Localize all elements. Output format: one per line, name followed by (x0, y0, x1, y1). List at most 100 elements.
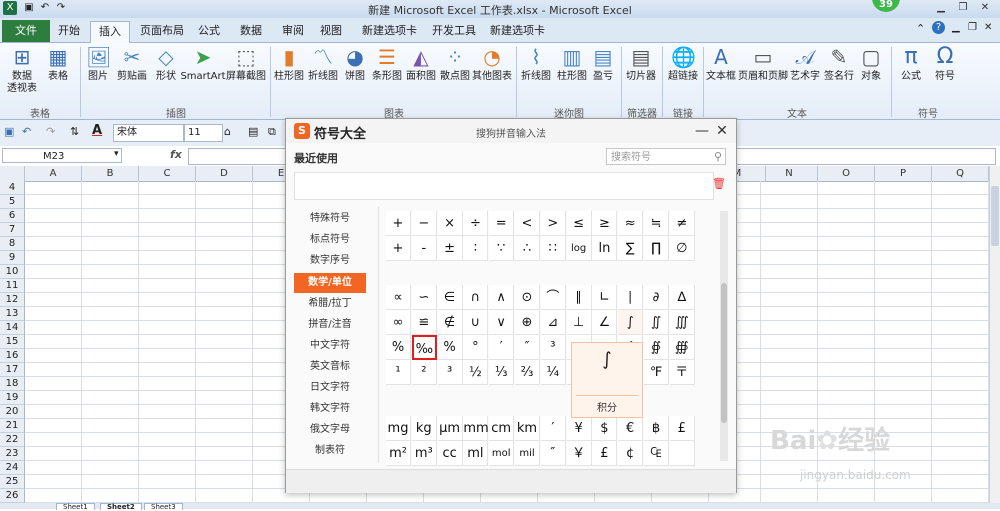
symbol-cell[interactable]: ∪ (463, 310, 489, 335)
symbol-cell[interactable]: ℉ (644, 360, 669, 385)
row-header[interactable]: 6 (0, 209, 25, 223)
symbol-cell[interactable]: ± (437, 236, 463, 261)
symbol-cell-selected[interactable]: ‰ (411, 335, 437, 360)
symbol-cell[interactable]: ln (592, 236, 618, 261)
symbol-cell[interactable]: + (386, 211, 411, 236)
doc-close-icon[interactable]: ✕ (984, 22, 992, 33)
category-item[interactable]: 希腊/拉丁 (294, 294, 366, 314)
symbol-cell[interactable]: + (386, 236, 411, 261)
category-item[interactable]: 标点符号 (294, 230, 366, 250)
symbol-cell[interactable]: ∏ (644, 236, 669, 261)
symbol-cell[interactable]: $ (592, 416, 618, 441)
symbol-cell[interactable]: = (489, 211, 515, 236)
pivot-table-button[interactable]: ⊞ 数据 透视表 (2, 45, 42, 95)
tab-developer[interactable]: 开发工具 (424, 21, 484, 41)
symbol-cell[interactable]: ¼ (540, 360, 566, 385)
symbol-cell[interactable]: £ (592, 441, 618, 466)
wordart-button[interactable]: 𝒜 艺术字 (788, 45, 822, 83)
row-header[interactable]: 20 (0, 405, 25, 419)
column-header[interactable]: C (139, 166, 196, 181)
slicer-button[interactable]: ▤ 切片器 (622, 45, 660, 83)
textbox-button[interactable]: A 文本框 (704, 45, 738, 83)
column-header[interactable]: P (875, 166, 932, 181)
column-header[interactable]: B (82, 166, 139, 181)
font-size-select[interactable]: 11 (184, 124, 223, 142)
scatter-chart-button[interactable]: ⁘ 散点图 (438, 45, 472, 83)
tab-page-layout[interactable]: 页面布局 (132, 21, 192, 41)
symbol-cell[interactable]: ⅔ (515, 360, 540, 385)
category-item[interactable]: 俄文字母 (294, 420, 366, 440)
row-header[interactable]: 18 (0, 377, 25, 391)
symbol-cell[interactable]: mol (489, 441, 515, 466)
row-header[interactable]: 7 (0, 223, 25, 237)
symbol-cell[interactable]: ∉ (437, 310, 463, 335)
symbol-cell[interactable]: μm (437, 416, 463, 441)
symbol-cell[interactable]: ′ (540, 416, 566, 441)
tab-review[interactable]: 审阅 (274, 21, 312, 41)
scrollbar-thumb[interactable] (991, 186, 999, 246)
doc-restore-icon[interactable]: ❐ (968, 22, 977, 33)
symbol-cell[interactable]: ml (463, 441, 489, 466)
symbol-cell[interactable]: ⅓ (489, 360, 515, 385)
smartart-button[interactable]: ➤ SmartArt (180, 45, 226, 83)
sort-icon[interactable]: ⇅ (70, 125, 79, 138)
symbol-cell[interactable]: ³ (437, 360, 463, 385)
symbol-cell[interactable]: ″ (540, 441, 566, 466)
symbol-cell[interactable]: ∫ (618, 310, 644, 335)
symbol-cell[interactable]: mil (515, 441, 540, 466)
row-header[interactable]: 16 (0, 349, 25, 363)
row-header[interactable]: 22 (0, 433, 25, 447)
symbol-cell[interactable]: ∧ (489, 285, 515, 310)
symbol-cell[interactable]: - (411, 236, 437, 261)
symbol-cell[interactable]: mm (463, 416, 489, 441)
symbol-cell[interactable]: ∟ (592, 285, 618, 310)
tab-file[interactable]: 文件 (2, 20, 50, 42)
symbol-cell[interactable]: ∑ (618, 236, 644, 261)
name-box[interactable]: M23 (2, 148, 122, 163)
doc-minimize-icon[interactable]: ▁ (952, 22, 960, 33)
sparkline-column-button[interactable]: ▥ 柱形图 (554, 45, 590, 83)
tab-new-1[interactable]: 新建选项卡 (354, 21, 425, 41)
column-header[interactable]: D (196, 166, 253, 181)
symbol-cell[interactable]: ³ (540, 335, 566, 360)
symbol-cell[interactable]: ∠ (592, 310, 618, 335)
bar-chart-button[interactable]: ☰ 条形图 (370, 45, 404, 83)
symbol-cell[interactable]: cm (489, 416, 515, 441)
symbol-cell[interactable]: ∞ (386, 310, 411, 335)
object-button[interactable]: ▢ 对象 (856, 45, 886, 83)
row-header[interactable]: 15 (0, 335, 25, 349)
collapse-ribbon-icon[interactable]: ⌃ (916, 22, 925, 35)
row-header[interactable]: 10 (0, 265, 25, 279)
symbol-cell[interactable]: % (386, 335, 411, 360)
symbol-cell[interactable]: ≌ (411, 310, 437, 335)
category-item[interactable]: 中文字符 (294, 336, 366, 356)
row-header[interactable]: 19 (0, 391, 25, 405)
symbol-cell[interactable]: ₠ (644, 441, 669, 466)
symbol-cell[interactable]: m² (386, 441, 411, 466)
paste-icon[interactable]: ▤ (248, 125, 258, 138)
restore-button[interactable]: ❐ (954, 1, 972, 15)
save-icon[interactable]: ▣ (4, 125, 14, 138)
panel-minimize-button[interactable]: — (694, 123, 710, 139)
select-all-corner[interactable] (0, 166, 25, 181)
row-header[interactable]: 9 (0, 251, 25, 265)
category-item[interactable]: 特殊符号 (294, 209, 366, 229)
symbol-cell[interactable]: ½ (463, 360, 489, 385)
symbol-cell[interactable]: ∬ (644, 310, 669, 335)
row-header[interactable]: 12 (0, 293, 25, 307)
symbol-cell[interactable]: m³ (411, 441, 437, 466)
symbol-cell[interactable]: ￥ (566, 441, 592, 466)
name-box-dropdown-icon[interactable]: ▾ (114, 149, 119, 159)
symbol-cell[interactable]: ÷ (463, 211, 489, 236)
symbol-cell[interactable]: kg (411, 416, 437, 441)
symbol-cell[interactable]: ≒ (644, 211, 669, 236)
symbol-cell[interactable]: ≠ (669, 211, 695, 236)
pie-chart-button[interactable]: ◕ 饼图 (340, 45, 370, 83)
category-item[interactable]: 拼音/注音 (294, 315, 366, 335)
category-item[interactable]: 韩文字符 (294, 399, 366, 419)
format-painter-icon[interactable]: ⌂ (224, 125, 231, 138)
symbol-cell[interactable]: € (618, 416, 644, 441)
symbol-cell[interactable]: ∅ (669, 236, 695, 261)
table-button[interactable]: ▦ 表格 (38, 45, 78, 83)
symbol-cell[interactable]: ¢ (618, 441, 644, 466)
